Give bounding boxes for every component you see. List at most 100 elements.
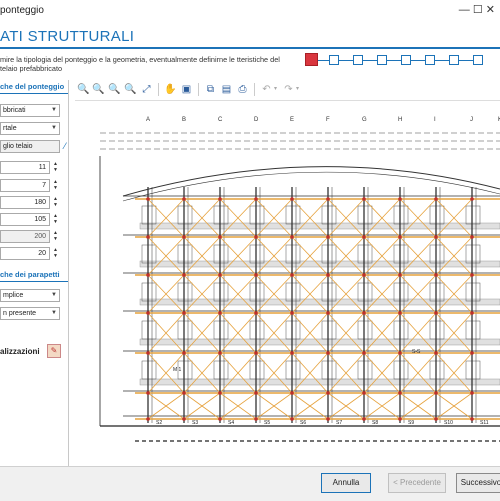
parapet2-select[interactable]: n presente ▼ — [0, 307, 60, 320]
previous-button[interactable]: < Precedente — [388, 473, 446, 493]
wizard-step-1[interactable] — [305, 53, 318, 66]
zoom-icon[interactable]: 🔍 — [77, 83, 90, 96]
3d-view-icon[interactable]: ▣ — [180, 83, 193, 96]
copy-icon[interactable]: ⧉ — [204, 83, 217, 96]
export-icon[interactable]: ▤ — [220, 83, 233, 96]
scaffold-node — [218, 351, 222, 355]
column-label: I — [434, 117, 436, 123]
customize-icon[interactable]: ✎ — [47, 344, 61, 358]
window — [465, 282, 481, 302]
scaffold-type-select[interactable]: bbricati ▼ — [0, 104, 60, 117]
window — [141, 244, 157, 264]
scaffold-node — [182, 273, 186, 277]
window — [213, 244, 229, 264]
window — [321, 282, 337, 302]
zoom-window-icon[interactable]: 🔍 — [124, 83, 137, 96]
scaffold-node — [434, 417, 438, 421]
spin-field-2[interactable]: 7 — [0, 179, 50, 192]
next-button[interactable]: Successivo — [456, 473, 500, 493]
spin-arrows-icon[interactable]: ▲ ▼ — [51, 196, 60, 209]
spin-arrows-icon[interactable]: ▲ ▼ — [51, 161, 60, 174]
customizations-label: alizzazioni — [0, 347, 40, 356]
frame-detail-field[interactable]: glio telaio — [0, 140, 60, 153]
parapet2-value: n presente — [3, 310, 37, 317]
scaffold-node — [218, 391, 222, 395]
window — [393, 320, 409, 340]
scaffold-node — [362, 235, 366, 239]
scaffold-elevation-drawing: ABCDEFGHIJKS2S3S4S5S6S7S8S9S10S11M 1S-S — [99, 117, 500, 442]
scaffold-node — [398, 273, 402, 277]
scaffold-node — [470, 197, 474, 201]
annotation-label: S-S — [412, 349, 421, 355]
scaffold-node — [326, 197, 330, 201]
window — [177, 320, 193, 340]
window-controls[interactable]: — ☐ ✕ — [459, 3, 495, 16]
scaffold-node — [218, 311, 222, 315]
scaffold-node — [146, 417, 150, 421]
toolbar-separator — [158, 83, 159, 96]
window — [393, 282, 409, 302]
zoom-extents-icon[interactable]: ⤢ — [140, 83, 153, 96]
frame-type-select[interactable]: rtale ▼ — [0, 122, 60, 135]
zoom-out-icon[interactable]: 🔍 — [108, 83, 121, 96]
support-label: S5 — [264, 420, 270, 426]
window — [249, 282, 265, 302]
scaffold-node — [290, 197, 294, 201]
scaffold-drawing-canvas[interactable]: ABCDEFGHIJKS2S3S4S5S6S7S8S9S10S11M 1S-S — [75, 100, 500, 461]
wizard-step-6[interactable] — [425, 55, 435, 65]
spin-arrows-icon[interactable]: ▲ ▼ — [51, 247, 60, 260]
scaffold-node — [218, 197, 222, 201]
window-title: ponteggio — [0, 5, 44, 16]
window — [429, 320, 445, 340]
wizard-step-3[interactable] — [353, 55, 363, 65]
parapet-type-select[interactable]: mplice ▼ — [0, 289, 60, 302]
spin-field-4[interactable]: 105 — [0, 213, 50, 226]
drawing-toolbar: 🔍 🔍 🔍 🔍 ⤢ ✋ ▣ ⧉ ▤ ⎙ ↶ ▾ ↷ ▾ — [75, 80, 500, 98]
spin-arrows-icon[interactable]: ▲ ▼ — [51, 230, 60, 243]
cancel-button[interactable]: Annulla — [321, 473, 371, 493]
window — [393, 360, 409, 380]
frame-type-value: rtale — [3, 125, 17, 132]
page-description: mire la tipologia del ponteggio e la geo… — [0, 55, 280, 73]
window — [465, 205, 481, 225]
spin-field-6[interactable]: 20 — [0, 247, 50, 260]
spin-field-1[interactable]: 11 — [0, 161, 50, 174]
column-label: D — [254, 117, 259, 123]
window — [177, 282, 193, 302]
scaffold-node — [362, 351, 366, 355]
print-icon[interactable]: ⎙ — [236, 83, 249, 96]
scaffold-node — [146, 351, 150, 355]
section-title-parapets: che dei parapetti — [0, 270, 60, 279]
scaffold-node — [434, 235, 438, 239]
spin-arrows-icon[interactable]: ▲ ▼ — [51, 213, 60, 226]
undo-dropdown-icon[interactable]: ▾ — [272, 83, 279, 96]
spin-field-5[interactable]: 200 — [0, 230, 50, 243]
wizard-step-7[interactable] — [449, 55, 459, 65]
scaffold-node — [254, 235, 258, 239]
spin-field-3[interactable]: 180 — [0, 196, 50, 209]
zoom-in-icon[interactable]: 🔍 — [92, 83, 105, 96]
scaffold-node — [254, 351, 258, 355]
scaffold-node — [398, 417, 402, 421]
scaffold-node — [290, 351, 294, 355]
frame-detail-label: glio telaio — [3, 143, 33, 150]
support-label: S10 — [444, 420, 453, 426]
wizard-step-4[interactable] — [377, 55, 387, 65]
scaffold-node — [470, 273, 474, 277]
scaffold-node — [434, 273, 438, 277]
window — [465, 360, 481, 380]
pan-hand-icon[interactable]: ✋ — [164, 83, 177, 96]
spin-arrows-icon[interactable]: ▲ ▼ — [51, 179, 60, 192]
window — [429, 360, 445, 380]
support-label: S11 — [480, 420, 489, 426]
wizard-step-5[interactable] — [401, 55, 411, 65]
wizard-step-8[interactable] — [473, 55, 483, 65]
edit-frame-icon[interactable]: ⁄ — [61, 140, 69, 152]
redo-dropdown-icon[interactable]: ▾ — [294, 83, 301, 96]
column-label: E — [290, 117, 294, 123]
window — [213, 282, 229, 302]
scaffold-node — [218, 417, 222, 421]
scaffold-node — [434, 197, 438, 201]
wizard-step-2[interactable] — [329, 55, 339, 65]
scaffold-node — [182, 417, 186, 421]
